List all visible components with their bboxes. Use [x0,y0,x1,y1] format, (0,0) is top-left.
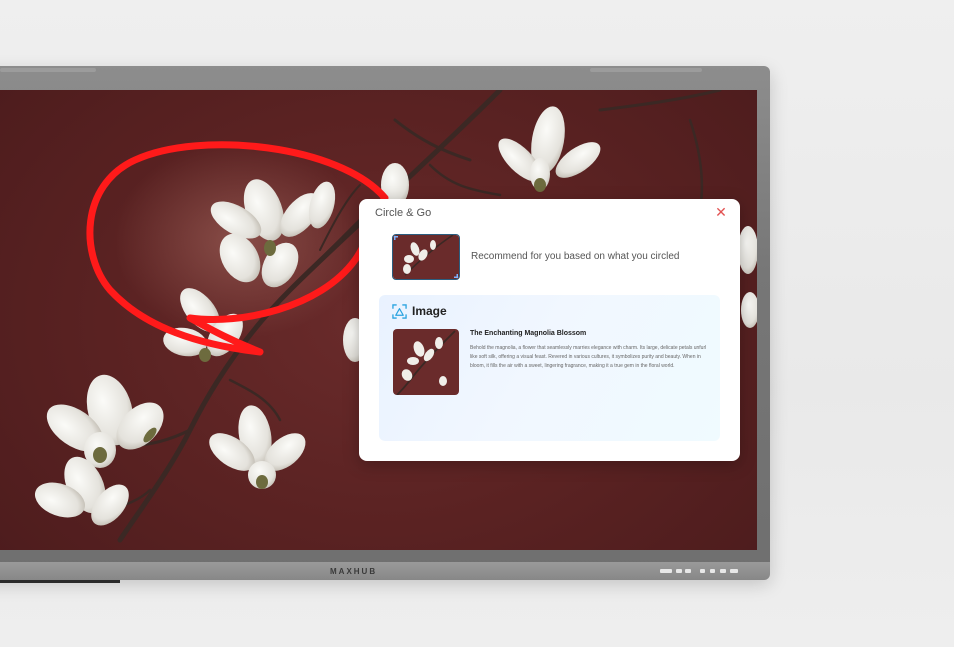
result-image-thumbnail[interactable] [393,329,459,395]
image-result-card[interactable]: Image The Enchanting Magnolia Blossom Be… [379,295,720,441]
result-description: Behold the magnolia, a flower that seaml… [470,345,707,370]
bezel-highlight [590,68,702,72]
panel-title: Circle & Go [375,207,432,219]
image-icon [392,304,407,319]
result-title: The Enchanting Magnolia Blossom [470,330,587,337]
circle-go-panel: Circle & Go ✕ Recommend for you based on… [359,199,740,461]
brand-logo: MAXHUB [330,567,378,576]
bezel-highlight [0,68,96,72]
monitor-chin [0,562,770,580]
section-title: Image [412,304,447,318]
circled-selection-thumbnail[interactable] [392,234,460,280]
front-ports [660,569,740,575]
stand-shadow [0,580,120,583]
recommend-text: Recommend for you based on what you circ… [471,251,680,262]
close-icon[interactable]: ✕ [714,205,728,219]
